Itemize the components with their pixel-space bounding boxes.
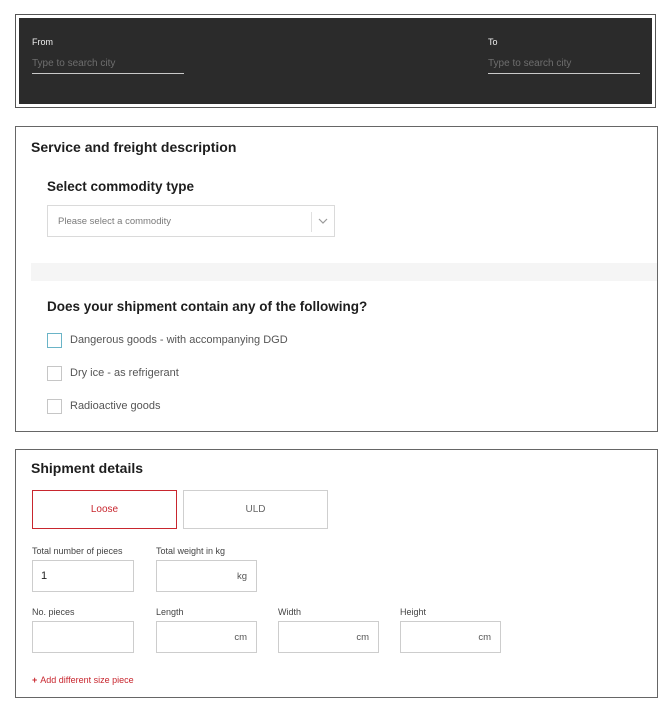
total-pieces-value: 1 xyxy=(41,570,48,582)
goods-heading: Does your shipment contain any of the fo… xyxy=(47,299,368,314)
total-weight-label: Total weight in kg xyxy=(156,546,226,556)
dangerous-goods-checkbox[interactable] xyxy=(47,332,62,348)
width-input[interactable]: cm xyxy=(278,621,379,653)
uld-toggle-button[interactable]: ULD xyxy=(183,490,328,529)
add-size-piece-label: Add different size piece xyxy=(40,675,134,685)
width-unit: cm xyxy=(356,632,369,643)
width-label: Width xyxy=(278,607,302,617)
height-input[interactable]: cm xyxy=(400,621,501,653)
dry-ice-checkbox[interactable] xyxy=(47,365,62,381)
commodity-heading: Select commodity type xyxy=(47,179,195,194)
from-label: From xyxy=(32,37,53,47)
shipment-details-panel: Shipment details Loose ULD Total number … xyxy=(15,449,658,698)
commodity-select-value: Please select a commodity xyxy=(58,216,171,227)
height-label: Height xyxy=(400,607,427,617)
dangerous-goods-option[interactable]: Dangerous goods - with accompanying DGD xyxy=(47,331,288,349)
length-input[interactable]: cm xyxy=(156,621,257,653)
radioactive-label: Radioactive goods xyxy=(70,400,161,412)
loose-toggle-button[interactable]: Loose xyxy=(32,490,177,529)
total-weight-input[interactable]: kg xyxy=(156,560,257,592)
dry-ice-option[interactable]: Dry ice - as refrigerant xyxy=(47,364,179,382)
service-title: Service and freight description xyxy=(31,139,237,155)
length-unit: cm xyxy=(234,632,247,643)
commodity-select[interactable]: Please select a commodity xyxy=(47,205,335,237)
total-pieces-input[interactable]: 1 xyxy=(32,560,134,592)
weight-unit: kg xyxy=(236,571,247,582)
no-pieces-label: No. pieces xyxy=(32,607,75,617)
height-unit: cm xyxy=(478,632,491,643)
chevron-down-icon[interactable] xyxy=(316,214,330,228)
dry-ice-label: Dry ice - as refrigerant xyxy=(70,367,179,379)
service-freight-panel: Service and freight description Select c… xyxy=(15,126,658,432)
select-divider xyxy=(311,212,312,232)
radioactive-checkbox[interactable] xyxy=(47,398,62,414)
route-panel-background: From To xyxy=(19,18,652,104)
section-divider-band xyxy=(31,263,657,281)
length-label: Length xyxy=(156,607,184,617)
from-city-input[interactable] xyxy=(32,58,184,74)
to-label: To xyxy=(488,37,498,47)
total-pieces-label: Total number of pieces xyxy=(32,546,123,556)
radioactive-option[interactable]: Radioactive goods xyxy=(47,397,161,415)
shipment-title: Shipment details xyxy=(31,460,144,476)
plus-icon: + xyxy=(32,675,38,685)
add-size-piece-link[interactable]: + Add different size piece xyxy=(32,675,134,685)
to-city-input[interactable] xyxy=(488,58,640,74)
no-pieces-input[interactable] xyxy=(32,621,134,653)
dangerous-goods-label: Dangerous goods - with accompanying DGD xyxy=(70,334,288,346)
route-panel: From To xyxy=(15,14,656,108)
